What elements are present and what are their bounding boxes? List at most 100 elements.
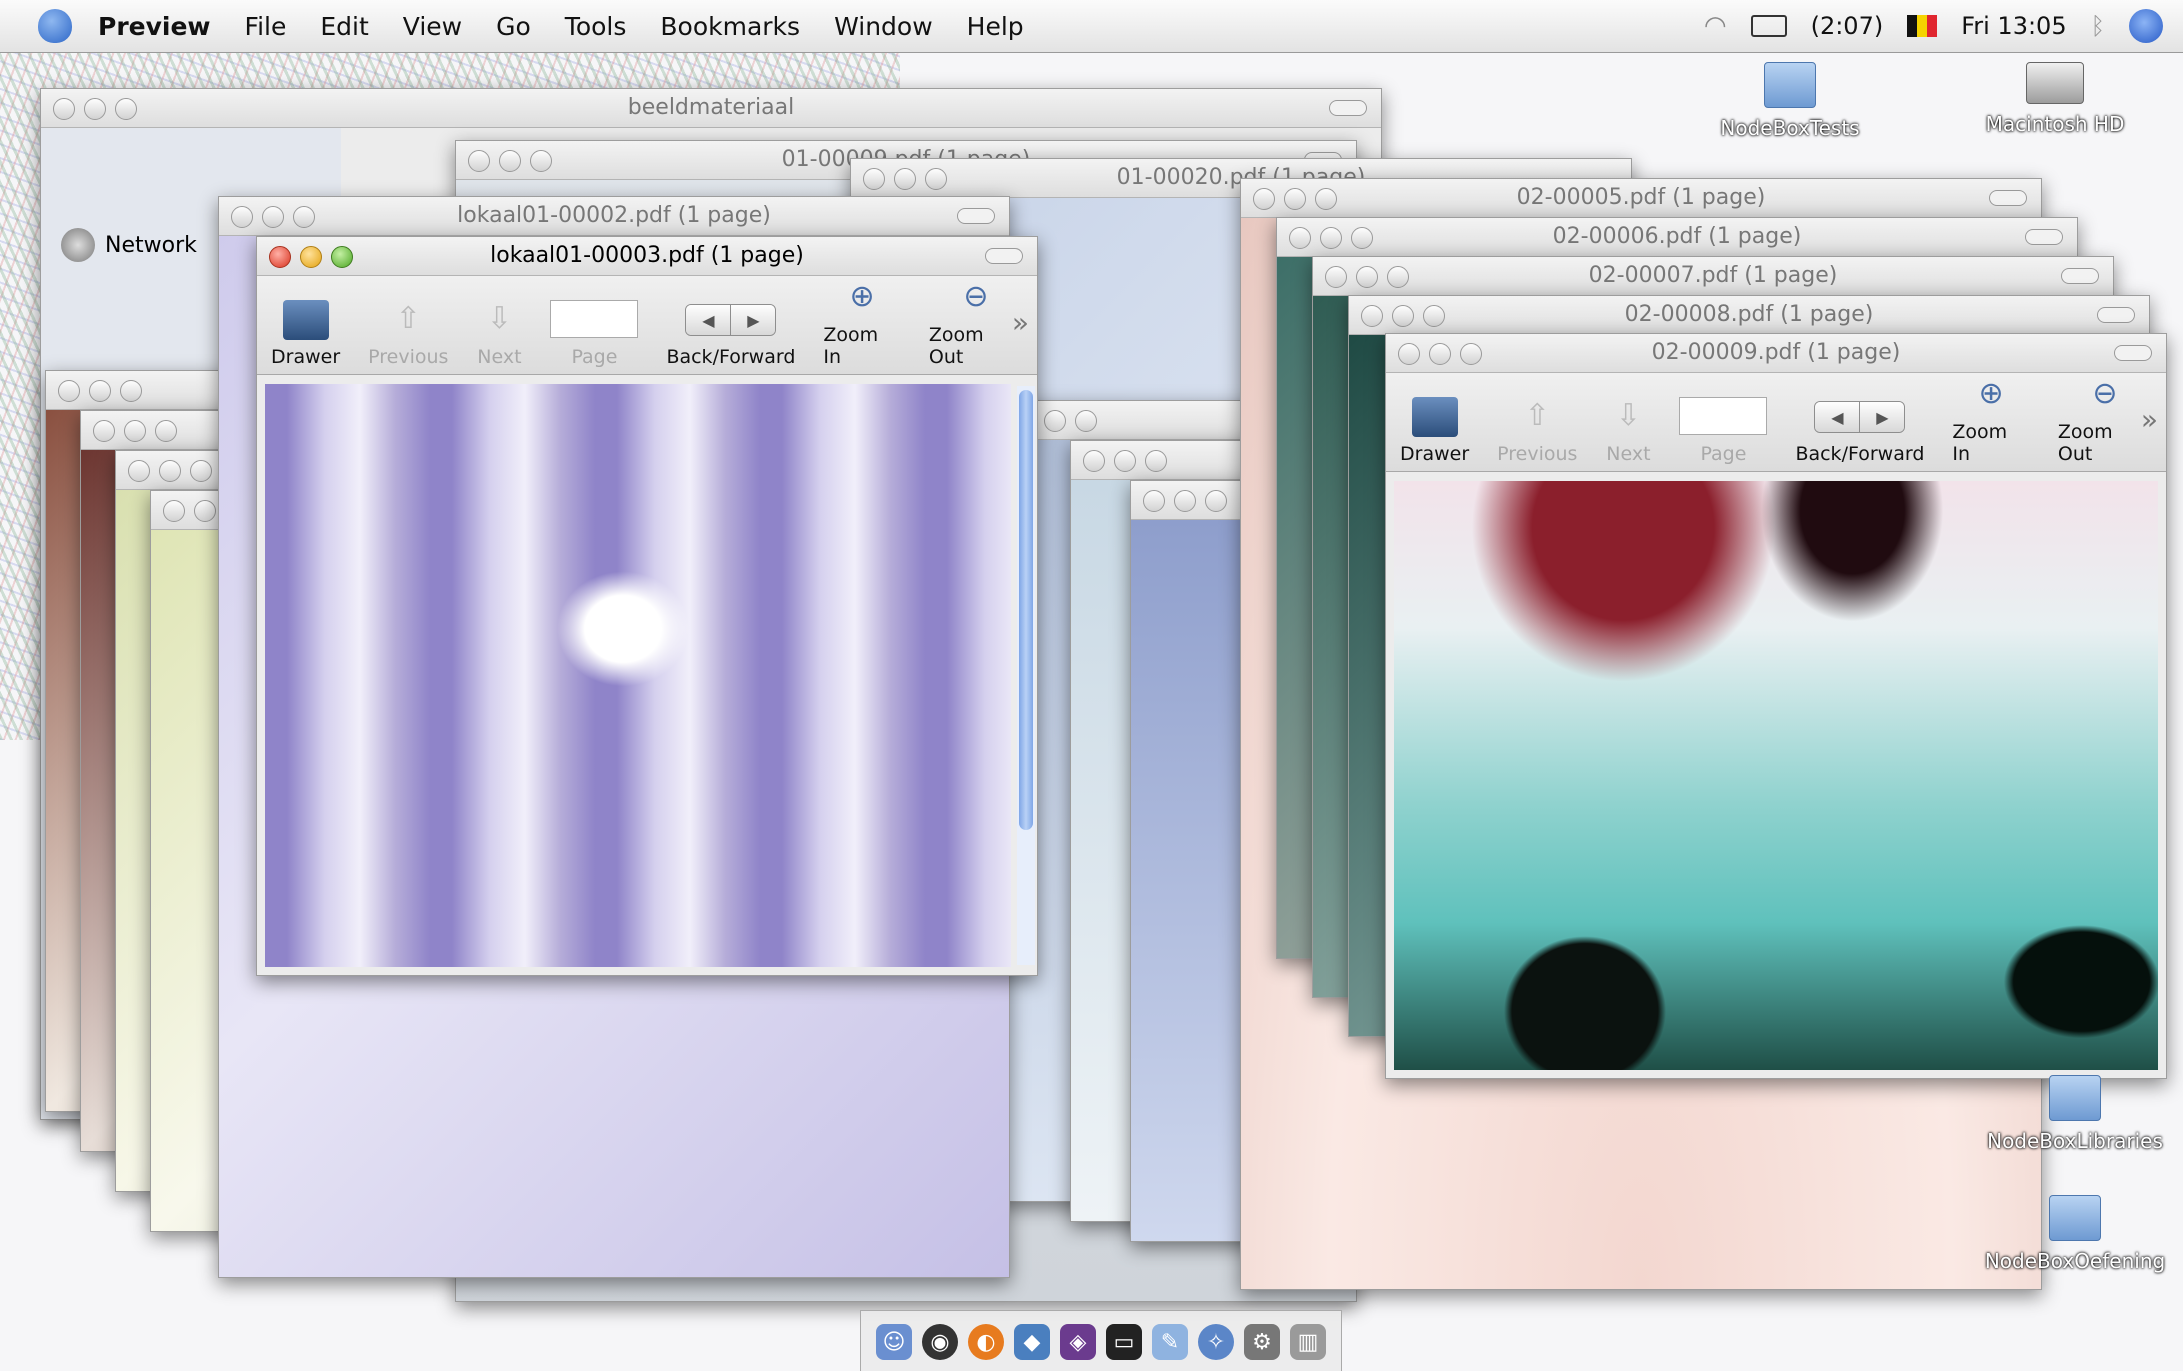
desktop-icon-nodeboxlibraries[interactable]: NodeBoxLibraries (1970, 1075, 2180, 1153)
drawer-button[interactable]: Drawer (1386, 397, 1483, 471)
finder-dock-icon[interactable]: ☺ (876, 1324, 912, 1360)
folder-icon (2049, 1075, 2101, 1121)
spotlight-icon[interactable] (2129, 9, 2163, 43)
title-bar[interactable]: 02-00008.pdf (1 page) (1349, 296, 2149, 335)
toolbar-overflow-button[interactable]: » (2141, 403, 2158, 436)
vertical-scrollbar[interactable] (1017, 386, 1035, 965)
toolbar-overflow-button[interactable]: » (1012, 306, 1029, 339)
document-page (1394, 481, 2158, 1070)
next-button[interactable]: ⇩ Next (1591, 393, 1665, 471)
wifi-icon[interactable]: ◠ (1704, 11, 1727, 41)
back-forward-control[interactable]: ◀ ▶ Back/Forward (652, 304, 809, 374)
toolbar-toggle-button[interactable] (2097, 307, 2135, 323)
folder-icon (2049, 1195, 2101, 1241)
app-dock-icon[interactable]: ◆ (1014, 1324, 1050, 1360)
zoom-out-icon: ⊖ (963, 278, 989, 314)
firefox-dock-icon[interactable]: ◐ (968, 1324, 1004, 1360)
apple-icon[interactable] (38, 9, 72, 43)
scroll-thumb[interactable] (1019, 390, 1033, 830)
back-arrow-icon[interactable]: ◀ (686, 305, 731, 335)
menu-tools[interactable]: Tools (565, 12, 627, 41)
preview-dock-icon[interactable]: ✎ (1152, 1324, 1188, 1360)
title-bar[interactable]: 02-00009.pdf (1 page) (1386, 334, 2166, 373)
window-controls (1143, 490, 1227, 512)
back-forward-segment[interactable]: ◀ ▶ (685, 304, 777, 336)
toolbar-toggle-button[interactable] (985, 248, 1023, 264)
belgium-flag-icon[interactable] (1907, 15, 1938, 37)
title-bar[interactable]: 02-00007.pdf (1 page) (1313, 257, 2113, 296)
menu-file[interactable]: File (245, 12, 287, 41)
clock[interactable]: Fri 13:05 (1961, 12, 2066, 40)
toolbar-toggle-button[interactable] (2114, 345, 2152, 361)
app-dock-icon[interactable]: ◈ (1060, 1324, 1096, 1360)
drawer-icon (282, 300, 329, 340)
page-input[interactable] (1679, 397, 1768, 435)
down-arrow-icon: ⇩ (486, 300, 512, 336)
toolbar-toggle-button[interactable] (1329, 100, 1367, 116)
menu-help[interactable]: Help (967, 12, 1024, 41)
forward-arrow-icon[interactable]: ▶ (730, 305, 776, 335)
window-controls (58, 380, 142, 402)
next-button[interactable]: ⇩ Next (462, 296, 536, 374)
desktop-icon-macintosh-hd[interactable]: Macintosh HD (1975, 62, 2135, 136)
up-arrow-icon: ⇧ (395, 300, 421, 336)
title-bar[interactable]: lokaal01-00002.pdf (1 page) (219, 197, 1009, 236)
bluetooth-icon[interactable]: ᛒ (2091, 12, 2105, 40)
safari-dock-icon[interactable]: ✧ (1198, 1324, 1234, 1360)
app-dock-icon[interactable]: ⚙ (1244, 1324, 1280, 1360)
window-body: Drawer ⇧ Previous ⇩ Next Page ◀ ▶ Back/Forwa… (1386, 373, 2166, 1078)
desktop: Preview File Edit View Go Tools Bookmark… (0, 0, 2183, 1371)
menu-view[interactable]: View (403, 12, 462, 41)
pdf-window-lokaal01-00003[interactable]: lokaal01-00003.pdf (1 page) Drawer ⇧ Prev… (256, 236, 1038, 976)
zoom-in-button[interactable]: ⊕ Zoom In (1938, 371, 2044, 471)
preview-toolbar: Drawer ⇧ Previous ⇩ Next Page ◀ ▶ Back/Forwa… (257, 276, 1037, 375)
toolbar-toggle-button[interactable] (2025, 229, 2063, 245)
network-icon (61, 228, 95, 262)
drawer-icon (1411, 397, 1458, 437)
zoom-in-icon: ⊕ (1978, 375, 2004, 411)
desktop-icon-label: NodeBoxTests (1720, 116, 1860, 140)
menu-bar: Preview File Edit View Go Tools Bookmark… (0, 0, 2183, 53)
desktop-icon-label: Macintosh HD (1985, 112, 2125, 136)
toolbar-label: Back/Forward (1795, 443, 1925, 465)
title-bar[interactable]: 02-00005.pdf (1 page) (1241, 179, 2041, 218)
toolbar-toggle-button[interactable] (2061, 268, 2099, 284)
dashboard-dock-icon[interactable]: ◉ (922, 1324, 958, 1360)
page-field[interactable]: Page (1665, 397, 1781, 471)
previous-button[interactable]: ⇧ Previous (1483, 393, 1591, 471)
toolbar-label: Next (1606, 443, 1651, 465)
title-bar[interactable]: 02-00006.pdf (1 page) (1277, 218, 2077, 257)
toolbar-toggle-button[interactable] (1989, 190, 2027, 206)
window-controls (128, 460, 212, 482)
drawer-button[interactable]: Drawer (257, 300, 354, 374)
trash-icon[interactable]: ▥ (1290, 1324, 1326, 1360)
forward-arrow-icon[interactable]: ▶ (1859, 402, 1905, 432)
window-title: 02-00009.pdf (1 page) (1651, 340, 1901, 365)
previous-button[interactable]: ⇧ Previous (354, 296, 462, 374)
page-input[interactable] (550, 300, 639, 338)
title-bar[interactable]: beeldmateriaal (41, 89, 1381, 128)
menu-edit[interactable]: Edit (320, 12, 368, 41)
page-field[interactable]: Page (536, 300, 652, 374)
menu-go[interactable]: Go (496, 12, 531, 41)
desktop-icon-nodeboxoefening[interactable]: NodeBoxOefening (1970, 1195, 2180, 1273)
back-arrow-icon[interactable]: ◀ (1815, 402, 1860, 432)
pdf-window-02-00009[interactable]: 02-00009.pdf (1 page) Drawer ⇧ Previous ⇩… (1385, 333, 2167, 1079)
menu-app-preview[interactable]: Preview (98, 12, 211, 41)
back-forward-segment[interactable]: ◀ ▶ (1814, 401, 1906, 433)
zoom-in-button[interactable]: ⊕ Zoom In (809, 274, 915, 374)
sidebar-item-network[interactable]: Network (61, 228, 197, 262)
menu-bookmarks[interactable]: Bookmarks (660, 12, 800, 41)
toolbar-label: Previous (1497, 443, 1578, 465)
desktop-icon-label: NodeBoxOefening (1984, 1249, 2166, 1273)
terminal-dock-icon[interactable]: ▭ (1106, 1324, 1142, 1360)
back-forward-control[interactable]: ◀ ▶ Back/Forward (1781, 401, 1938, 471)
menu-window[interactable]: Window (834, 12, 933, 41)
battery-icon[interactable] (1750, 15, 1787, 37)
title-bar[interactable]: lokaal01-00003.pdf (1 page) (257, 237, 1037, 276)
desktop-icon-nodeboxtests[interactable]: NodeBoxTests (1710, 62, 1870, 140)
toolbar-toggle-button[interactable] (957, 208, 995, 224)
window-title: beeldmateriaal (627, 95, 795, 120)
window-controls (93, 420, 177, 442)
document-page (265, 384, 1011, 967)
